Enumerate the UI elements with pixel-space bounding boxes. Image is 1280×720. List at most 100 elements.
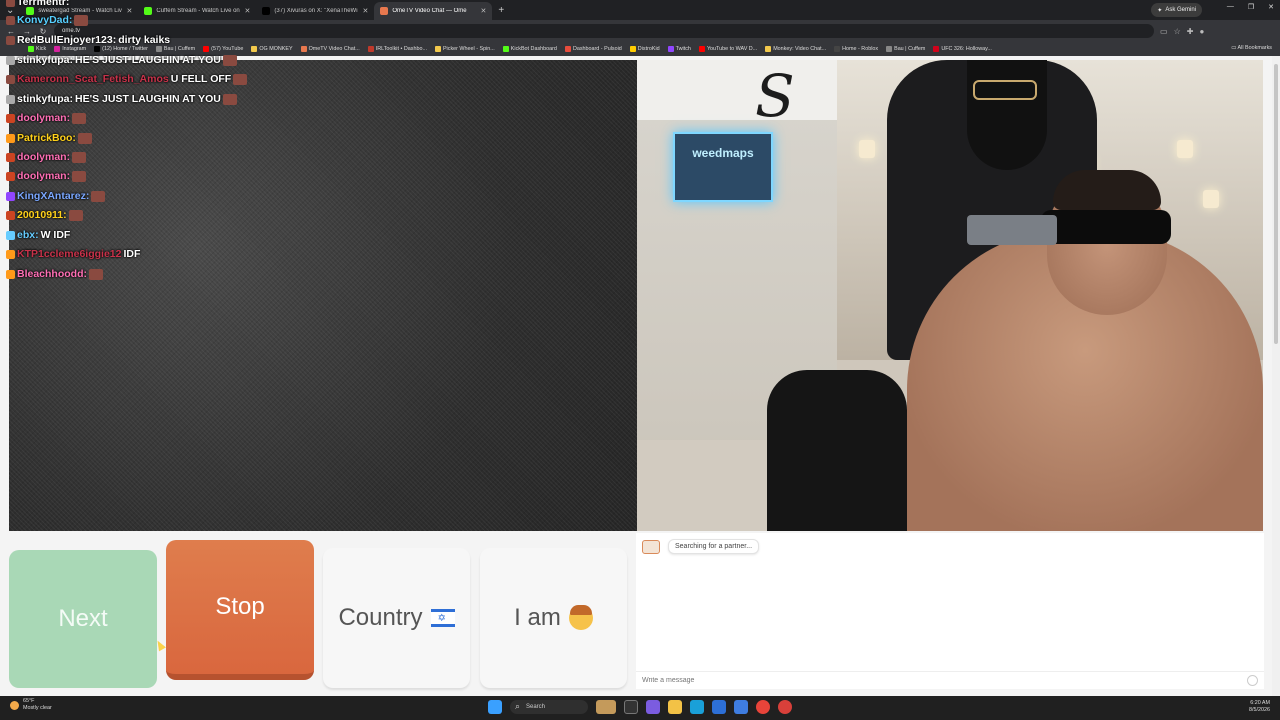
chat-message: Terrmentr:	[6, 0, 69, 10]
address-bar[interactable]: ome.tv	[54, 24, 1154, 38]
weather-temp: 65°F	[23, 698, 35, 704]
next-button[interactable]: Next	[9, 550, 157, 688]
chat-username: doolyman:	[17, 170, 71, 182]
system-clock[interactable]: 6:20 AM 8/5/2026	[1249, 700, 1270, 714]
browser-tab[interactable]: OmeTV Video Chat — Ome ✕	[374, 2, 493, 20]
close-icon[interactable]: ✕	[1268, 3, 1274, 11]
minimize-icon[interactable]: —	[1227, 3, 1234, 11]
tab-favicon-icon	[144, 7, 153, 15]
chat-username: stinkyfupa:	[17, 93, 74, 105]
bookmark-item[interactable]: OmeTV Video Chat...	[300, 46, 360, 52]
task-view-icon[interactable]	[624, 700, 638, 714]
chrome-icon[interactable]	[756, 700, 770, 714]
bookmark-item[interactable]: Home - Roblox	[834, 46, 878, 52]
chat-badge-icon	[6, 35, 15, 45]
page-scrollbar[interactable]	[1272, 56, 1280, 696]
profile-icon[interactable]: ●	[1199, 27, 1204, 36]
star-icon[interactable]: ☆	[1174, 27, 1181, 36]
windows-taskbar: 65°F Mostly clear Search 6:20 AM 8/5/202…	[0, 696, 1280, 720]
tab-title: Cuffem Stream - Watch Live on	[156, 8, 240, 14]
edge-icon[interactable]	[690, 700, 704, 714]
browser-tab[interactable]: (37) Xivuras on X: "XenaTheWi ✕	[256, 2, 374, 20]
chat-badge-icon	[6, 171, 15, 181]
widgets-icon[interactable]	[596, 700, 616, 714]
bookmark-item[interactable]: Bau | Cuffem	[886, 46, 925, 52]
bookmark-item[interactable]: KickBot Dashboard	[502, 46, 557, 52]
gender-button[interactable]: I am	[480, 548, 627, 688]
bookmark-item[interactable]: Dashboard - Pulsoid	[564, 46, 622, 52]
chat-username: doolyman:	[17, 151, 71, 163]
bookmark-label: Dashboard - Pulsoid	[572, 46, 622, 52]
chat-emote-icon	[233, 73, 248, 85]
windows-start-icon[interactable]	[488, 700, 502, 714]
restore-icon[interactable]: ❐	[1248, 3, 1254, 11]
pendant-light	[1177, 140, 1193, 158]
chat-message: KingXAntarez:	[6, 188, 106, 204]
chat-badge-icon	[6, 94, 15, 104]
weather-widget[interactable]: 65°F Mostly clear	[10, 698, 52, 712]
chat-message: 20010911:	[6, 207, 83, 223]
chat-message: KTP1ccleme6iggie12 IDF	[6, 246, 140, 262]
stop-button[interactable]: Stop	[166, 540, 314, 680]
text-chat-panel: Searching for a partner...	[636, 533, 1264, 689]
browser-tab[interactable]: Cuffem Stream - Watch Live on ✕	[138, 2, 256, 20]
bookmark-item[interactable]: Monkey: Video Chat...	[765, 46, 826, 52]
chat-text: HE'S JUST LAUGHIN AT YOU	[75, 93, 221, 105]
country-button[interactable]: Country	[323, 548, 470, 688]
chat-message: KonvyDad:	[6, 12, 89, 28]
tab-favicon-icon	[380, 7, 389, 15]
emoji-icon[interactable]	[1247, 675, 1258, 686]
chat-badge-icon	[6, 191, 15, 201]
all-bookmarks-label: All Bookmarks	[1237, 45, 1272, 51]
bookmark-item[interactable]: YouTube to WAV D...	[698, 46, 757, 52]
country-label: Country	[338, 604, 423, 631]
app-icon[interactable]	[778, 700, 792, 714]
chat-badge-icon	[6, 55, 15, 65]
weather-desc: Mostly clear	[23, 705, 52, 711]
chat-username: 20010911:	[17, 209, 67, 221]
chat-username: KTP1ccleme6iggie12	[17, 248, 122, 260]
chat-username: ebx:	[17, 229, 39, 241]
bookmark-favicon-icon	[667, 46, 674, 52]
chat-message: ebx: W IDF	[6, 227, 70, 243]
clock-time: 6:20 AM	[1250, 700, 1270, 706]
ometv-logo-icon	[642, 539, 660, 554]
store-icon[interactable]	[712, 700, 726, 714]
cast-icon[interactable]: ▭	[1160, 27, 1168, 36]
chat-username: Kameronn_Scat_Fetish_Amos	[17, 73, 169, 85]
bookmark-label: Monkey: Video Chat...	[773, 46, 827, 52]
tab-close-icon[interactable]: ✕	[481, 7, 487, 15]
ask-gemini-button[interactable]: ✦ Ask Gemini	[1151, 3, 1202, 17]
app-icon[interactable]	[734, 700, 748, 714]
file-explorer-icon[interactable]	[668, 700, 682, 714]
self-video: S weedmaps	[637, 60, 1263, 531]
bookmark-item[interactable]: Picker Wheel - Spin...	[434, 46, 495, 52]
new-tab-button[interactable]: +	[492, 5, 510, 16]
extensions-icon[interactable]: ✚	[1187, 27, 1194, 36]
next-label: Next	[58, 605, 108, 632]
bookmark-favicon-icon	[564, 46, 571, 52]
bookmark-item[interactable]: IRLToolkit • Dashbo...	[367, 46, 427, 52]
neon-sign: weedmaps	[673, 132, 773, 202]
bookmark-item[interactable]: UFC 326: Holloway...	[933, 46, 992, 52]
bookmark-item[interactable]: OG MONKEY	[251, 46, 293, 52]
copilot-icon[interactable]	[646, 700, 660, 714]
chat-username: PatrickBoo:	[17, 132, 76, 144]
bookmark-item[interactable]: Twitch	[667, 46, 691, 52]
bookmark-label: KickBot Dashboard	[510, 46, 557, 52]
tab-close-icon[interactable]: ✕	[363, 7, 369, 15]
clock-date: 8/5/2026	[1249, 707, 1270, 713]
chat-username: Bleachhoodd:	[17, 268, 87, 280]
taskbar-search[interactable]: Search	[510, 700, 588, 714]
chat-message: stinkyfupa: HE'S JUST LAUGHIN AT YOU	[6, 91, 237, 107]
scrollbar-thumb[interactable]	[1274, 64, 1278, 344]
chat-badge-icon	[6, 269, 15, 279]
bookmark-item[interactable]: DistroKid	[629, 46, 660, 52]
message-input[interactable]	[636, 671, 1264, 689]
tab-close-icon[interactable]: ✕	[245, 7, 251, 15]
tab-close-icon[interactable]: ✕	[127, 7, 133, 15]
bookmark-favicon-icon	[629, 46, 636, 52]
all-bookmarks-link[interactable]: ▭ All Bookmarks	[1231, 45, 1272, 51]
gender-label: I am	[514, 604, 561, 631]
chat-emote-icon	[72, 170, 87, 182]
